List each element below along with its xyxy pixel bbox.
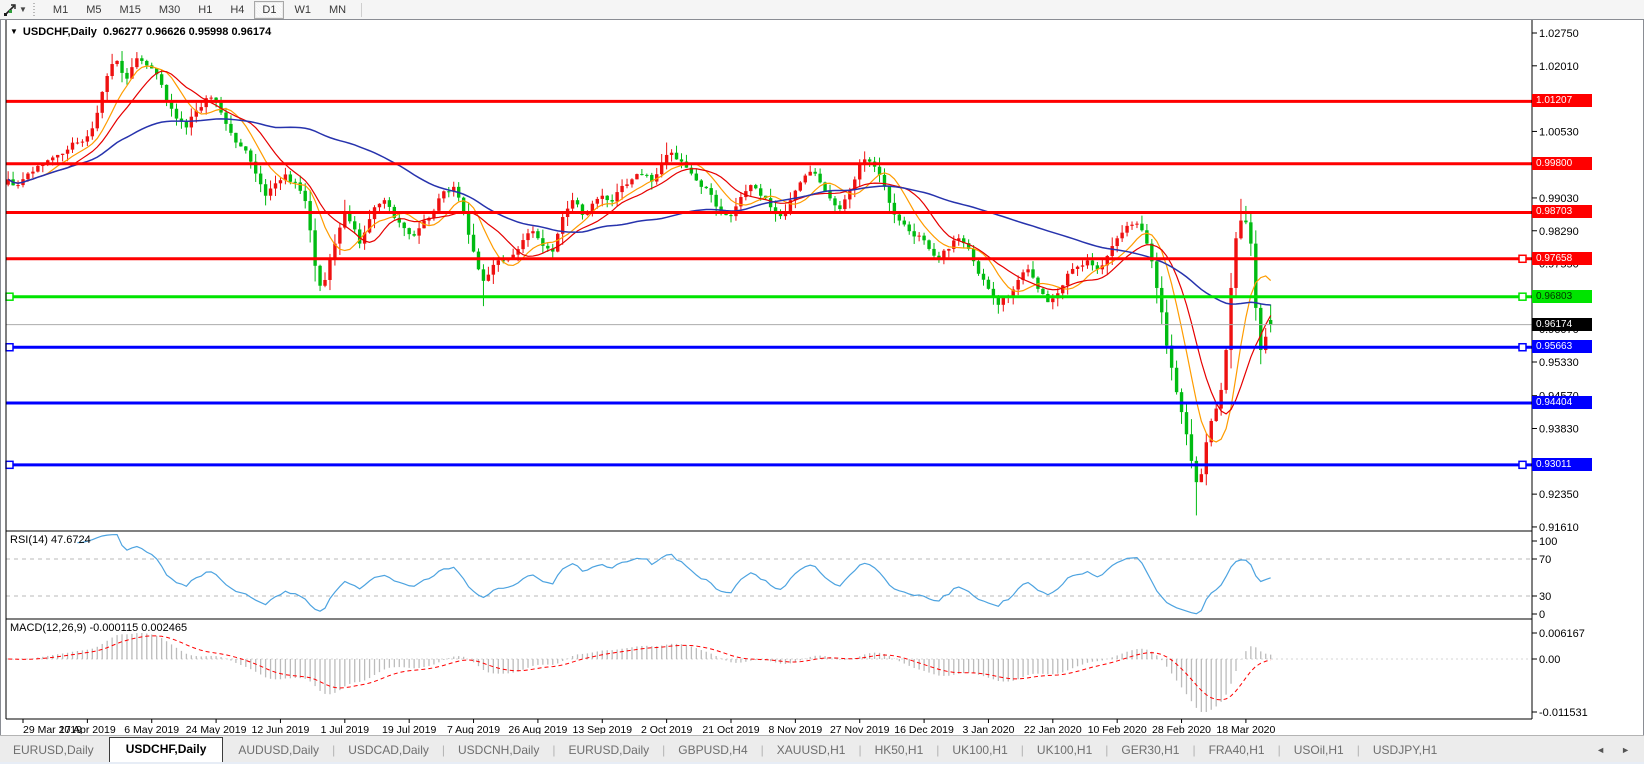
macd-axis-tick: 0.006167 — [1539, 628, 1585, 640]
level-handle — [1519, 255, 1526, 262]
crosshair-tool-icon[interactable] — [2, 2, 18, 17]
date-axis-label: 19 Jul 2019 — [382, 724, 436, 734]
date-axis-label: 1 Jul 2019 — [321, 724, 370, 734]
date-axis-label: 24 May 2019 — [186, 724, 247, 734]
toolbar-separator — [361, 3, 362, 17]
date-axis-label: 17 Apr 2019 — [59, 724, 116, 734]
timeframe-buttons: M1M5M15M30H1H4D1W1MN — [44, 4, 355, 16]
rsi-axis-tick: 0 — [1539, 609, 1545, 621]
price-axis-tick: 0.91610 — [1539, 522, 1579, 534]
chart-tab-hk50-h1[interactable]: HK50,H1 — [862, 738, 937, 763]
chart-title: ▼ USDCHF,Daily 0.96277 0.96626 0.95998 0.… — [10, 26, 271, 38]
date-axis-label: 2 Oct 2019 — [641, 724, 693, 734]
date-axis-label: 16 Dec 2019 — [894, 724, 954, 734]
chart-tab-eurusd-daily[interactable]: EURUSD,Daily — [555, 738, 662, 763]
chart-tab-eurusd-daily[interactable]: EURUSD,Daily — [0, 738, 107, 763]
collapse-pane-icon[interactable]: ▼ — [10, 27, 18, 36]
tabs-scroll-left-icon[interactable]: ◄ — [1596, 745, 1605, 755]
date-axis-label: 26 Aug 2019 — [508, 724, 567, 734]
price-axis-tick: 0.95330 — [1539, 357, 1579, 369]
price-axis-tick: 1.02010 — [1539, 61, 1579, 73]
level-price-label: 1.01207 — [1532, 94, 1592, 107]
level-price-label: 0.98703 — [1532, 205, 1592, 218]
chart-tab-usdcnh-daily[interactable]: USDCNH,Daily — [445, 738, 552, 763]
chart-symbol-period: USDCHF,Daily — [23, 26, 97, 38]
level-handle — [1519, 293, 1526, 300]
chart-tab-uk100-h1[interactable]: UK100,H1 — [939, 738, 1020, 763]
price-axis-tick: 0.99030 — [1539, 193, 1579, 205]
date-axis-label: 6 May 2019 — [124, 724, 179, 734]
price-axis-tick: 1.00530 — [1539, 126, 1579, 138]
level-price-label: 0.97658 — [1532, 252, 1592, 265]
level-price-label: 0.93011 — [1532, 458, 1592, 471]
chart-tab-usdjpy-h1[interactable]: USDJPY,H1 — [1360, 738, 1450, 763]
level-handle — [1519, 344, 1526, 351]
chart-tab-bar: EURUSD,DailyUSDCHF,DailyAUDUSD,Daily|USD… — [0, 735, 1644, 763]
timeframe-button-m15[interactable]: M15 — [111, 1, 148, 19]
date-axis-label: 13 Sep 2019 — [572, 724, 632, 734]
timeframe-button-m1[interactable]: M1 — [45, 1, 76, 19]
chart-tab-gbpusd-h4[interactable]: GBPUSD,H4 — [665, 738, 760, 763]
macd-axis-tick: -0.011531 — [1539, 707, 1588, 719]
chart-tab-audusd-daily[interactable]: AUDUSD,Daily — [225, 738, 332, 763]
chart-tab-fra40-h1[interactable]: FRA40,H1 — [1196, 738, 1278, 763]
date-axis-label: 10 Feb 2020 — [1088, 724, 1147, 734]
date-axis-label: 8 Nov 2019 — [768, 724, 822, 734]
timeframe-button-mn[interactable]: MN — [321, 1, 354, 19]
price-axis-tick: 1.02750 — [1539, 28, 1579, 40]
tool-dropdown-caret-icon[interactable]: ▼ — [19, 5, 27, 14]
level-price-label: 0.94404 — [1532, 396, 1592, 409]
current-price-label: 0.96174 — [1532, 318, 1592, 331]
macd-axis-tick: 0.00 — [1539, 654, 1560, 666]
timeframe-button-w1[interactable]: W1 — [286, 1, 319, 19]
chart-tab-usdchf-daily[interactable]: USDCHF,Daily — [109, 737, 224, 763]
timeframe-button-h1[interactable]: H1 — [190, 1, 220, 19]
timeframe-button-d1[interactable]: D1 — [254, 1, 284, 19]
price-axis-tick: 0.92350 — [1539, 489, 1579, 501]
timeframe-button-m30[interactable]: M30 — [151, 1, 188, 19]
date-axis-label: 18 Mar 2020 — [1216, 724, 1275, 734]
timeframe-toolbar: ▼ M1M5M15M30H1H4D1W1MN — [0, 0, 1644, 20]
level-handle — [1519, 461, 1526, 468]
rsi-indicator-label: RSI(14) 47.6724 — [10, 534, 91, 546]
date-axis-label: 3 Jan 2020 — [962, 724, 1014, 734]
timeframe-button-h4[interactable]: H4 — [222, 1, 252, 19]
tabs-scroll-right-icon[interactable]: ► — [1621, 745, 1630, 755]
chart-ohlc-values: 0.96277 0.96626 0.95998 0.96174 — [103, 26, 271, 38]
level-handle — [6, 344, 13, 351]
date-axis-label: 27 Nov 2019 — [830, 724, 890, 734]
timeframe-button-m5[interactable]: M5 — [78, 1, 109, 19]
date-axis-label: 12 Jun 2019 — [252, 724, 310, 734]
price-axis-tick: 0.98290 — [1539, 226, 1579, 238]
rsi-axis-tick: 100 — [1539, 536, 1557, 548]
toolbar-drag-grip[interactable] — [33, 3, 38, 16]
date-axis-label: 7 Aug 2019 — [447, 724, 500, 734]
level-handle — [6, 461, 13, 468]
level-price-label: 0.96803 — [1532, 290, 1592, 303]
rsi-axis-tick: 30 — [1539, 591, 1551, 603]
mt4-window: ▼ M1M5M15M30H1H4D1W1MN 0.006167 0.00 -0.01… — [0, 0, 1644, 764]
price-axis-tick: 0.93830 — [1539, 424, 1579, 436]
chart-tab-uk100-h1[interactable]: UK100,H1 — [1024, 738, 1105, 763]
date-axis-label: 22 Jan 2020 — [1024, 724, 1082, 734]
rsi-axis-tick: 70 — [1539, 554, 1551, 566]
chart-window[interactable]: 0.006167 0.00 -0.011531 1.02750 1.02010 1.005… — [0, 19, 1644, 737]
macd-indicator-label: MACD(12,26,9) -0.000115 0.002465 — [10, 622, 187, 634]
chart-tab-usdcad-daily[interactable]: USDCAD,Daily — [335, 738, 442, 763]
date-axis-label: 21 Oct 2019 — [702, 724, 759, 734]
chart-tab-usoil-h1[interactable]: USOil,H1 — [1281, 738, 1357, 763]
price-chart-canvas[interactable]: 0.006167 0.00 -0.011531 1.02750 1.02010 1.005… — [1, 20, 1641, 734]
level-handle — [6, 293, 13, 300]
chart-tab-xauusd-h1[interactable]: XAUUSD,H1 — [764, 738, 859, 763]
date-axis-label: 28 Feb 2020 — [1152, 724, 1211, 734]
level-price-label: 0.95663 — [1532, 340, 1592, 353]
chart-tab-ger30-h1[interactable]: GER30,H1 — [1108, 738, 1192, 763]
level-price-label: 0.99800 — [1532, 157, 1592, 170]
